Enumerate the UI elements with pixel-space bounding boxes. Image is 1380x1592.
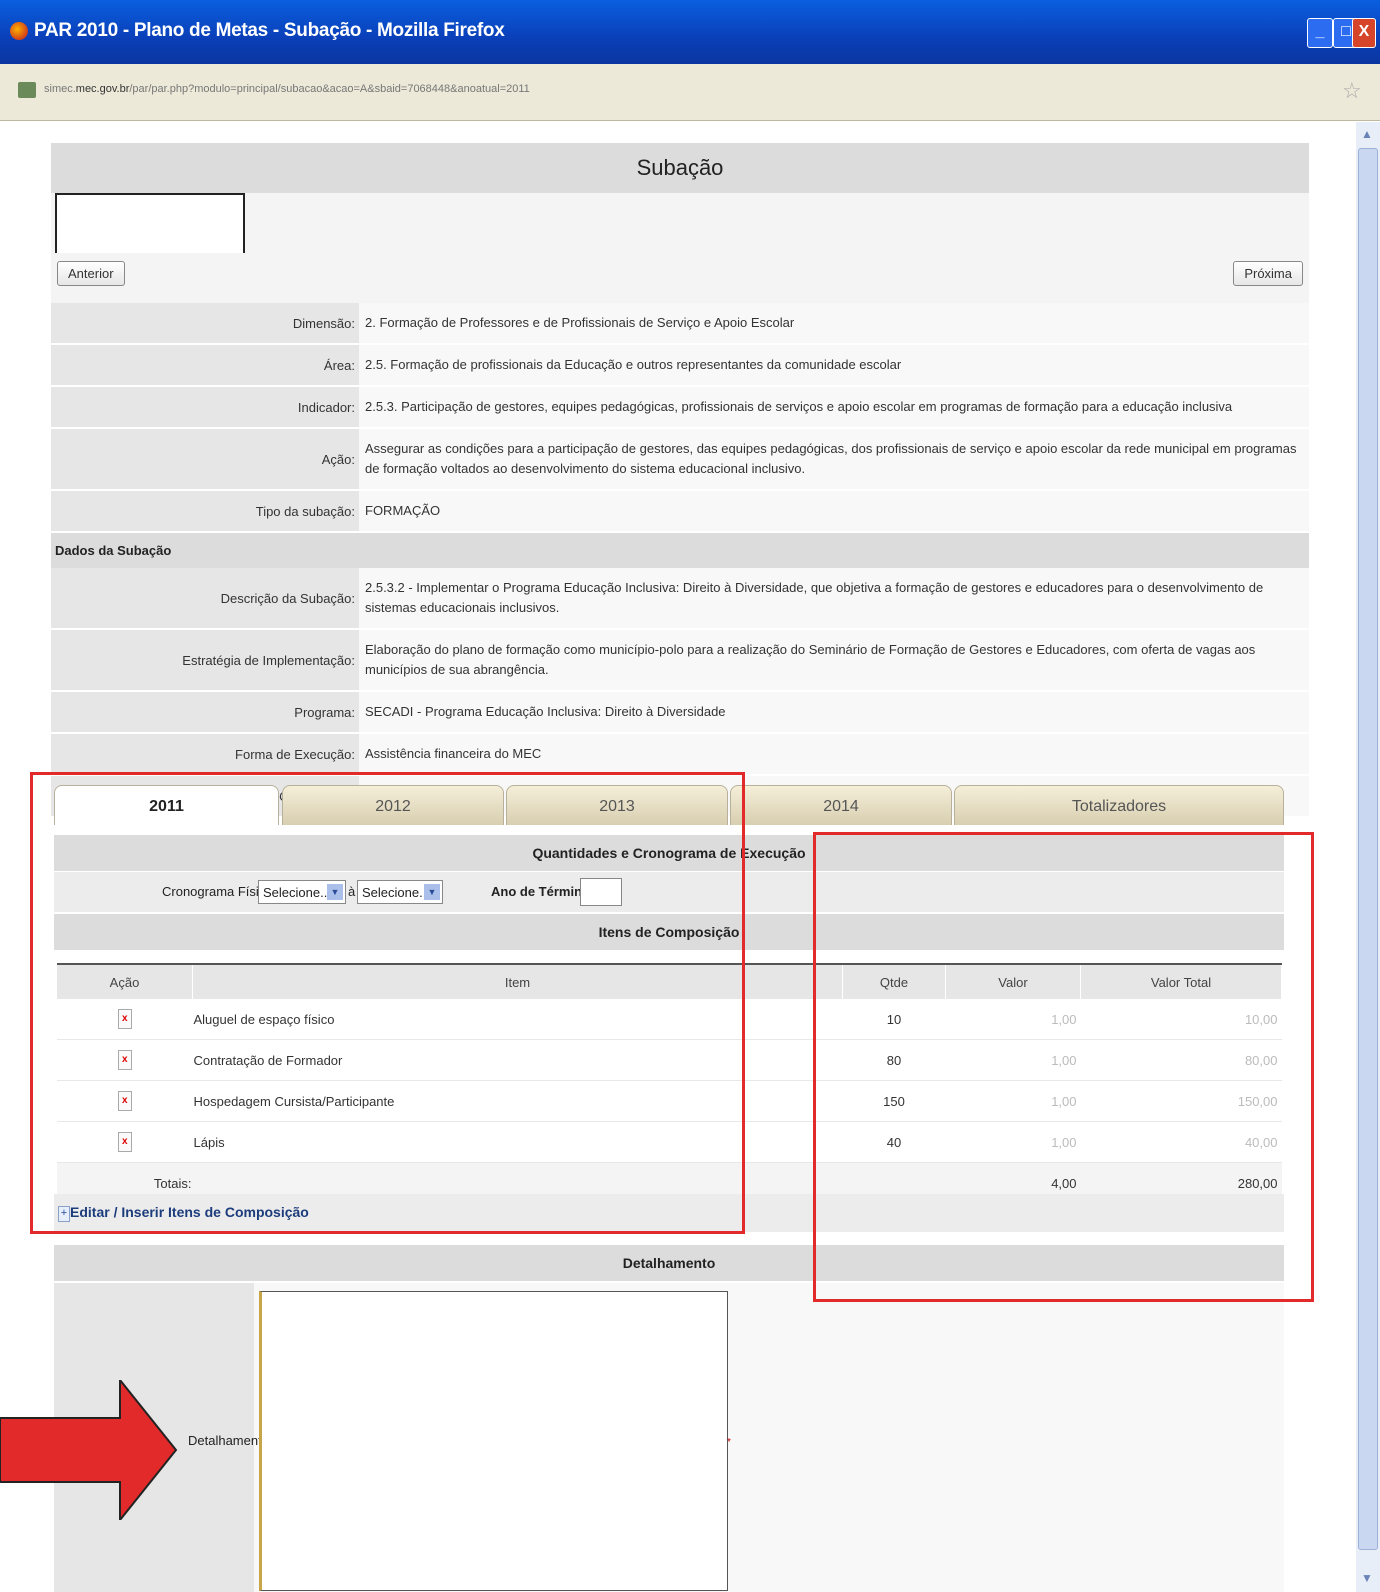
minimize-button[interactable]: _ <box>1307 18 1333 48</box>
logo-row <box>51 193 1309 259</box>
field-label: Tipo da subação: <box>51 491 359 531</box>
subacao-panel: Subação Anterior Próxima Dimensão: 2. Fo… <box>51 143 1309 818</box>
window-titlebar: PAR 2010 - Plano de Metas - Subação - Mo… <box>0 0 1380 64</box>
dados-section-title: Dados da Subação <box>51 533 1309 568</box>
field-label: Estratégia de Implementação: <box>51 630 359 690</box>
required-marker: * <box>727 1437 731 1448</box>
field-value: FORMAÇÃO <box>359 491 1309 531</box>
detalhamento-textarea[interactable] <box>259 1291 728 1591</box>
field-label: Ação: <box>51 429 359 489</box>
field-value: SECADI - Programa Educação Inclusiva: Di… <box>359 692 1309 732</box>
field-value: 2. Formação de Professores e de Profissi… <box>359 303 1309 343</box>
field-row-forma-execucao: Forma de Execução: Assistência financeir… <box>51 734 1309 776</box>
field-value: 2.5. Formação de profissionais da Educaç… <box>359 345 1309 385</box>
field-row-area: Área: 2.5. Formação de profissionais da … <box>51 345 1309 387</box>
address-bar[interactable]: simec.mec.gov.br/par/par.php?modulo=prin… <box>0 64 1380 121</box>
navigation-row: Anterior Próxima <box>51 253 1309 303</box>
bookmark-star-icon[interactable]: ☆ <box>1342 78 1362 104</box>
tab-2014[interactable]: 2014 <box>730 785 952 825</box>
tab-totalizadores[interactable]: Totalizadores <box>954 785 1284 825</box>
previous-button[interactable]: Anterior <box>57 261 125 286</box>
firefox-icon <box>10 22 28 40</box>
scroll-up-icon[interactable]: ▲ <box>1358 124 1376 144</box>
field-value: Assegurar as condições para a participaç… <box>359 429 1309 489</box>
detalhamento-row: Detalhamento * <box>54 1283 1284 1592</box>
vertical-scrollbar[interactable]: ▲ ▼ <box>1356 122 1380 1592</box>
field-label: Área: <box>51 345 359 385</box>
site-identity-icon[interactable] <box>18 82 36 98</box>
field-row-acao: Ação: Assegurar as condições para a part… <box>51 429 1309 491</box>
page-title: Subação <box>51 143 1309 193</box>
field-value: 2.5.3. Participação de gestores, equipes… <box>359 387 1309 427</box>
field-label: Forma de Execução: <box>51 734 359 774</box>
field-row-programa: Programa: SECADI - Programa Educação Inc… <box>51 692 1309 734</box>
annotation-box-right <box>813 832 1314 1302</box>
next-button[interactable]: Próxima <box>1233 261 1303 286</box>
field-label: Programa: <box>51 692 359 732</box>
field-row-descricao: Descrição da Subação: 2.5.3.2 - Implemen… <box>51 568 1309 630</box>
annotation-box-left <box>30 772 745 1234</box>
window-title: PAR 2010 - Plano de Metas - Subação - Mo… <box>34 20 505 41</box>
detalhamento-label: Detalhamento <box>188 1433 269 1448</box>
logo-placeholder <box>55 193 245 259</box>
field-value: Assistência financeira do MEC <box>359 734 1309 774</box>
field-label: Descrição da Subação: <box>51 568 359 628</box>
scrollbar-thumb[interactable] <box>1358 148 1378 1550</box>
field-row-indicador: Indicador: 2.5.3. Participação de gestor… <box>51 387 1309 429</box>
field-label: Dimensão: <box>51 303 359 343</box>
annotation-arrow-icon <box>0 1380 178 1520</box>
field-value: Elaboração do plano de formação como mun… <box>359 630 1309 690</box>
field-value: 2.5.3.2 - Implementar o Programa Educaçã… <box>359 568 1309 628</box>
field-row-tipo: Tipo da subação: FORMAÇÃO <box>51 491 1309 533</box>
scroll-down-icon[interactable]: ▼ <box>1358 1568 1376 1588</box>
field-label: Indicador: <box>51 387 359 427</box>
url-text[interactable]: simec.mec.gov.br/par/par.php?modulo=prin… <box>44 83 530 95</box>
field-row-dimensao: Dimensão: 2. Formação de Professores e d… <box>51 303 1309 345</box>
field-row-estrategia: Estratégia de Implementação: Elaboração … <box>51 630 1309 692</box>
close-button[interactable]: X <box>1352 18 1376 48</box>
subacao-fields: Dimensão: 2. Formação de Professores e d… <box>51 303 1309 533</box>
